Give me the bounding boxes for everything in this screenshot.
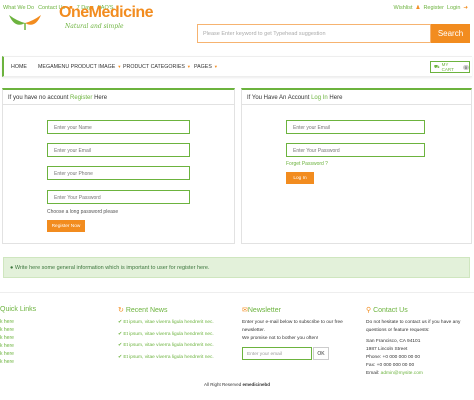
logo-wordmark: OneMedicine bbox=[59, 4, 154, 21]
quick-link[interactable]: k here bbox=[0, 358, 14, 366]
contact-fax: Fax: +0 000 000 00 00 bbox=[366, 363, 415, 368]
recent-news-title: ↻ Recent News bbox=[118, 307, 168, 314]
login-heading-link[interactable]: Log In bbox=[311, 95, 328, 101]
news-item[interactable]: ✔ Et ipsum, vitae viverra ligula hendrer… bbox=[118, 343, 214, 348]
check-icon: ✔ bbox=[118, 320, 123, 325]
news-item[interactable]: ✔ Et ipsum, vitae viverra ligula hendrer… bbox=[118, 320, 214, 325]
leaf-logo-icon bbox=[9, 15, 41, 30]
user-icon: ♟ bbox=[415, 5, 421, 11]
wishlist-link[interactable]: Wishlist bbox=[394, 5, 413, 11]
news-item[interactable]: ✔ Et ipsum, vitae viverra ligula hendrer… bbox=[118, 355, 214, 360]
nav-home[interactable]: HOME bbox=[11, 64, 27, 70]
register-password-field[interactable]: Enter Your Password bbox=[47, 190, 190, 204]
contact-address-1: San Francisco, CA 94101 bbox=[366, 339, 421, 344]
newsletter-ok-button[interactable]: OK bbox=[313, 347, 329, 360]
newsletter-text: Enter your e-mail below to subscribe to … bbox=[242, 320, 343, 333]
quick-link[interactable]: k here bbox=[0, 318, 14, 326]
news-item[interactable]: ✔ Et ipsum, vitae viverra ligula hendrer… bbox=[118, 332, 214, 337]
caret-down-icon: ▼ bbox=[213, 64, 218, 69]
caret-down-icon: ▼ bbox=[186, 64, 191, 69]
quick-links-title: Quick Links bbox=[0, 306, 37, 313]
register-name-field[interactable]: Enter your Name bbox=[47, 120, 190, 134]
login-link[interactable]: Login bbox=[447, 5, 460, 11]
cart-count-badge: 0 bbox=[462, 64, 469, 70]
contact-text: Do not hesitate to contact us if you hav… bbox=[366, 320, 461, 333]
register-panel: If you have no account Register Here Ent… bbox=[2, 88, 235, 244]
contact-address-2: 1987 Lincoln Street bbox=[366, 347, 408, 352]
register-email-field[interactable]: Enter your Email bbox=[47, 143, 190, 157]
forgot-password-link[interactable]: Forget Password ? bbox=[286, 161, 328, 167]
site-logo[interactable]: OneMedicine Natural and simple bbox=[5, 4, 154, 36]
quick-link[interactable]: k here bbox=[0, 326, 14, 334]
quick-link[interactable]: k here bbox=[0, 342, 14, 350]
copyright: All Right Reserved emedicinebd bbox=[203, 382, 271, 387]
newsletter-title: ✉Newsletter bbox=[242, 307, 281, 314]
login-button[interactable]: Log In bbox=[286, 172, 314, 184]
info-note-text: Write here some general information whic… bbox=[14, 265, 210, 271]
quick-link[interactable]: k here bbox=[0, 350, 14, 358]
check-icon: ✔ bbox=[118, 355, 123, 360]
register-panel-heading: If you have no account Register Here bbox=[3, 90, 234, 105]
register-link[interactable]: Register bbox=[423, 5, 443, 11]
check-icon: ✔ bbox=[118, 343, 123, 348]
contact-email-link[interactable]: admin@mysite.com bbox=[381, 371, 423, 376]
nav-product-categories[interactable]: PRODUCT CATEGORIES ▼ bbox=[123, 64, 191, 70]
password-hint: Choose a long password please bbox=[47, 209, 119, 215]
info-note: ● Write here some general information wh… bbox=[3, 257, 470, 278]
map-marker-icon: ⚲ bbox=[366, 307, 372, 314]
register-now-button[interactable]: Register Now bbox=[47, 220, 85, 232]
contact-us-title: ⚲ Contact Us bbox=[366, 307, 408, 314]
login-email-field[interactable]: Enter your Email bbox=[286, 120, 425, 134]
refresh-icon: ↻ bbox=[118, 307, 124, 314]
newsletter-email-input[interactable]: Enter your email bbox=[242, 347, 312, 360]
register-heading-link[interactable]: Register bbox=[70, 95, 92, 101]
cart-icon: ⛟ bbox=[434, 63, 440, 69]
search-input[interactable]: Please Enter keyword to get Typehead sug… bbox=[197, 24, 431, 43]
copyright-brand: emedicinebd bbox=[242, 382, 271, 387]
register-phone-field[interactable]: Enter your Phone bbox=[47, 166, 190, 180]
cart-label: MY CART bbox=[441, 62, 454, 72]
login-icon: ➜ bbox=[463, 5, 468, 11]
caret-down-icon: ▼ bbox=[117, 64, 122, 69]
cart-button[interactable]: ⛟ MY CART 0 bbox=[430, 61, 470, 73]
search-button[interactable]: Search bbox=[431, 24, 470, 43]
newsletter-promise: We promise not to bother you often! bbox=[242, 336, 319, 341]
nav-pages[interactable]: PAGES ▼ bbox=[194, 64, 218, 70]
logo-tagline: Natural and simple bbox=[65, 23, 124, 30]
main-nav: HOME MEGAMENU PRODUCT IMAGE ▼ PRODUCT CAT… bbox=[2, 56, 472, 77]
login-panel-heading: If You Have An Account Log In Here bbox=[242, 90, 471, 105]
info-icon: ● bbox=[10, 265, 14, 271]
footer-divider bbox=[0, 292, 474, 293]
check-icon: ✔ bbox=[118, 332, 123, 337]
login-panel: If You Have An Account Log In Here Enter… bbox=[241, 88, 472, 244]
quick-link[interactable]: k here bbox=[0, 334, 14, 342]
login-password-field[interactable]: Enter Your Password bbox=[286, 143, 425, 157]
nav-megamenu[interactable]: MEGAMENU PRODUCT IMAGE ▼ bbox=[38, 64, 121, 70]
contact-phone: Phone: +0 000 000 00 00 bbox=[366, 355, 421, 360]
contact-email-row: Email: admin@mysite.com bbox=[366, 371, 423, 376]
quick-links-list: k here k here k here k here k here k her… bbox=[0, 318, 14, 366]
